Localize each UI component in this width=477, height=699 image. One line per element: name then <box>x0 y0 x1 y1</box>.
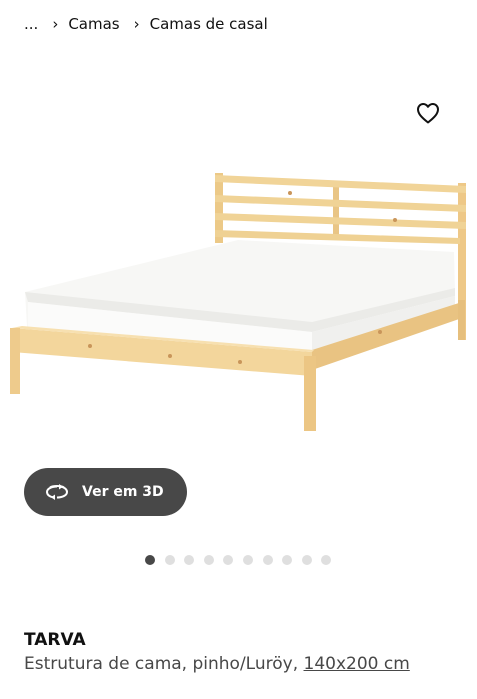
breadcrumb-item-camas-de-casal[interactable]: Camas de casal <box>150 15 268 33</box>
carousel-dot[interactable] <box>223 555 234 565</box>
favorite-button[interactable] <box>414 99 442 127</box>
carousel-dots <box>145 555 341 565</box>
product-size-link[interactable]: 140x200 cm <box>304 654 410 674</box>
breadcrumb: ... › Camas › Camas de casal <box>24 13 268 35</box>
breadcrumb-item-camas[interactable]: Camas <box>68 15 119 33</box>
rotate-3d-icon <box>44 482 70 502</box>
chevron-right-icon: › <box>52 15 59 33</box>
carousel-dot[interactable] <box>242 555 253 565</box>
breadcrumb-ellipsis[interactable]: ... <box>24 15 38 33</box>
carousel-dot[interactable] <box>301 555 312 565</box>
product-description: Estrutura de cama, pinho/Luröy, 140x200 … <box>24 654 410 674</box>
product-name[interactable]: TARVA <box>24 630 86 650</box>
product-description-text: Estrutura de cama, pinho/Luröy, <box>24 654 299 674</box>
carousel-dot[interactable] <box>321 555 332 565</box>
chevron-right-icon: › <box>133 15 140 33</box>
carousel-dot[interactable] <box>145 555 155 565</box>
product-image[interactable] <box>0 160 477 440</box>
view-in-3d-label: Ver em 3D <box>82 484 164 500</box>
carousel-dot[interactable] <box>203 555 214 565</box>
carousel-dot[interactable] <box>164 555 175 565</box>
heart-outline-icon <box>417 103 439 124</box>
carousel-dot[interactable] <box>184 555 195 565</box>
carousel-dot[interactable] <box>282 555 293 565</box>
view-in-3d-button[interactable]: Ver em 3D <box>24 468 187 516</box>
carousel-dot[interactable] <box>262 555 273 565</box>
